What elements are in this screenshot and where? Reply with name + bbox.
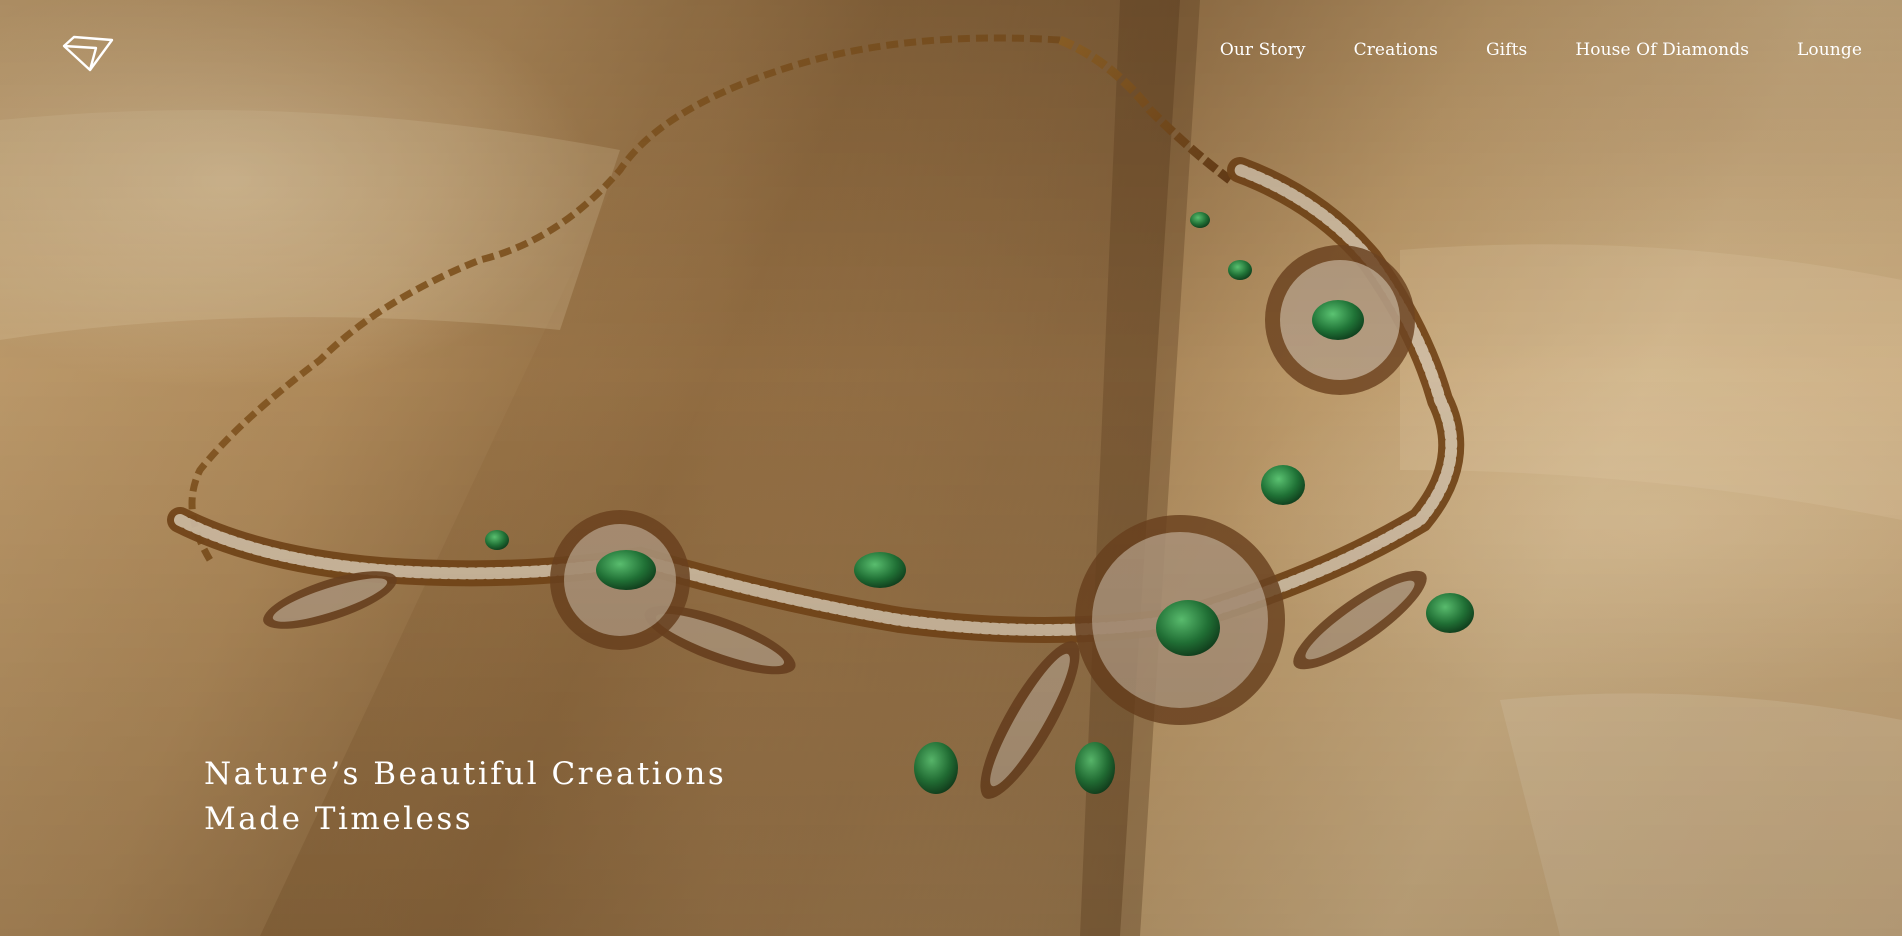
nav-item-creations[interactable]: Creations [1354,38,1438,62]
nav-item-lounge[interactable]: Lounge [1797,38,1862,62]
nav-item-our-story[interactable]: Our Story [1220,38,1306,62]
hero-headline: Nature’s Beautiful Creations Made Timele… [204,752,726,842]
main-nav: Our Story Creations Gifts House Of Diamo… [1172,38,1862,62]
hero-section: Our Story Creations Gifts House Of Diamo… [0,0,1902,936]
hero-headline-line1: Nature’s Beautiful Creations [204,756,727,792]
diamond-logo-icon[interactable] [60,34,116,74]
nav-item-gifts[interactable]: Gifts [1486,38,1527,62]
hero-headline-line2: Made Timeless [204,801,474,837]
nav-item-house-of-diamonds[interactable]: House Of Diamonds [1575,38,1749,62]
